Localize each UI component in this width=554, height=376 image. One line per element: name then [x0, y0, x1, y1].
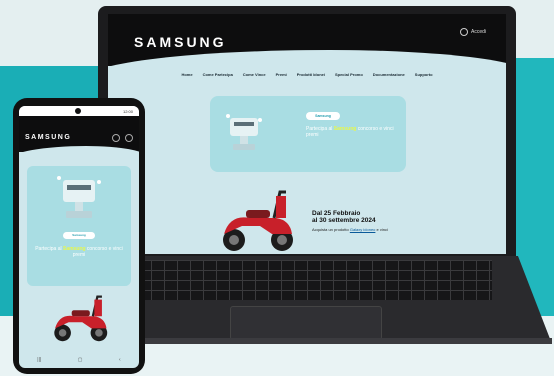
banner-headline: Partecipa al Samsung concorso e vinci pr… — [306, 126, 396, 138]
status-clock: 12:00 — [122, 109, 133, 114]
promo-subtitle-pre: Acquista un prodotto — [312, 227, 349, 232]
nav-item-prodotti-idonei[interactable]: Prodotti Idonei — [297, 72, 325, 77]
login-label: Accedi — [470, 29, 486, 35]
samsung-logo[interactable]: SAMSUNG — [134, 34, 227, 50]
mobile-banner-headline-text: Partecipa al — [35, 246, 62, 252]
promo-subtitle-post: e vinci — [376, 227, 388, 232]
promo-title-line2: al 30 settembre 2024 — [312, 217, 376, 224]
trophy-icon — [226, 114, 262, 150]
promo-link[interactable]: Galaxy idoneo — [350, 227, 376, 232]
banner-headline-highlight: Samsung — [333, 126, 357, 132]
site-nav: Home Come Partecipa Come Vince Premi Pro… — [108, 72, 506, 77]
mobile-hero-banner: Samsung Partecipa al Samsung concorso e … — [27, 166, 131, 286]
user-icon — [459, 28, 468, 36]
promo-subtitle: Acquista un prodotto Galaxy idoneo e vin… — [312, 227, 432, 232]
mobile-banner-headline: Partecipa al Samsung concorso e vinci pr… — [35, 246, 123, 258]
android-nav-bar: ||| ▢ ‹ — [19, 352, 139, 368]
promo-title-line1: Dal 25 Febbraio — [312, 210, 361, 217]
phone-status-bar: 12:00 — [19, 106, 139, 116]
mobile-header-icons — [112, 134, 133, 142]
recents-icon[interactable]: ||| — [37, 357, 41, 363]
scooter-image — [223, 190, 293, 251]
user-icon[interactable] — [112, 134, 120, 142]
laptop-keyboard — [126, 260, 492, 300]
menu-icon[interactable] — [125, 134, 133, 142]
nav-item-premi[interactable]: Premi — [276, 72, 287, 77]
phone-screen: 12:00 SAMSUNG Samsung Partecipa al Samsu… — [19, 106, 139, 368]
nav-item-supporto[interactable]: Supporto — [415, 72, 433, 77]
nav-item-documentazione[interactable]: Documentazione — [373, 72, 405, 77]
laptop-touchpad — [230, 306, 382, 340]
nav-item-special-promo[interactable]: Special Promo — [335, 72, 363, 77]
login-link[interactable]: Accedi — [459, 28, 486, 36]
promo-text: Dal 25 Febbraio al 30 settembre 2024 Acq… — [312, 210, 432, 232]
nav-item-come-partecipa[interactable]: Come Partecipa — [203, 72, 233, 77]
nav-item-home[interactable]: Home — [181, 72, 192, 77]
trophy-icon — [57, 176, 101, 218]
samsung-logo-mobile[interactable]: SAMSUNG — [25, 134, 71, 141]
banner-badge[interactable]: Samsung — [306, 112, 340, 120]
nav-item-come-vince[interactable]: Come Vince — [243, 72, 266, 77]
mobile-header-wave — [19, 146, 139, 166]
camera-icon — [75, 108, 81, 114]
hero-banner: Samsung Partecipa al Samsung concorso e … — [210, 96, 406, 172]
mobile-banner-badge[interactable]: Samsung — [63, 232, 95, 239]
laptop-screen: SAMSUNG Accedi Home Come Partecipa Come … — [108, 14, 506, 254]
scooter-image — [54, 295, 108, 342]
home-icon[interactable]: ▢ — [78, 357, 83, 363]
back-icon[interactable]: ‹ — [119, 357, 121, 363]
